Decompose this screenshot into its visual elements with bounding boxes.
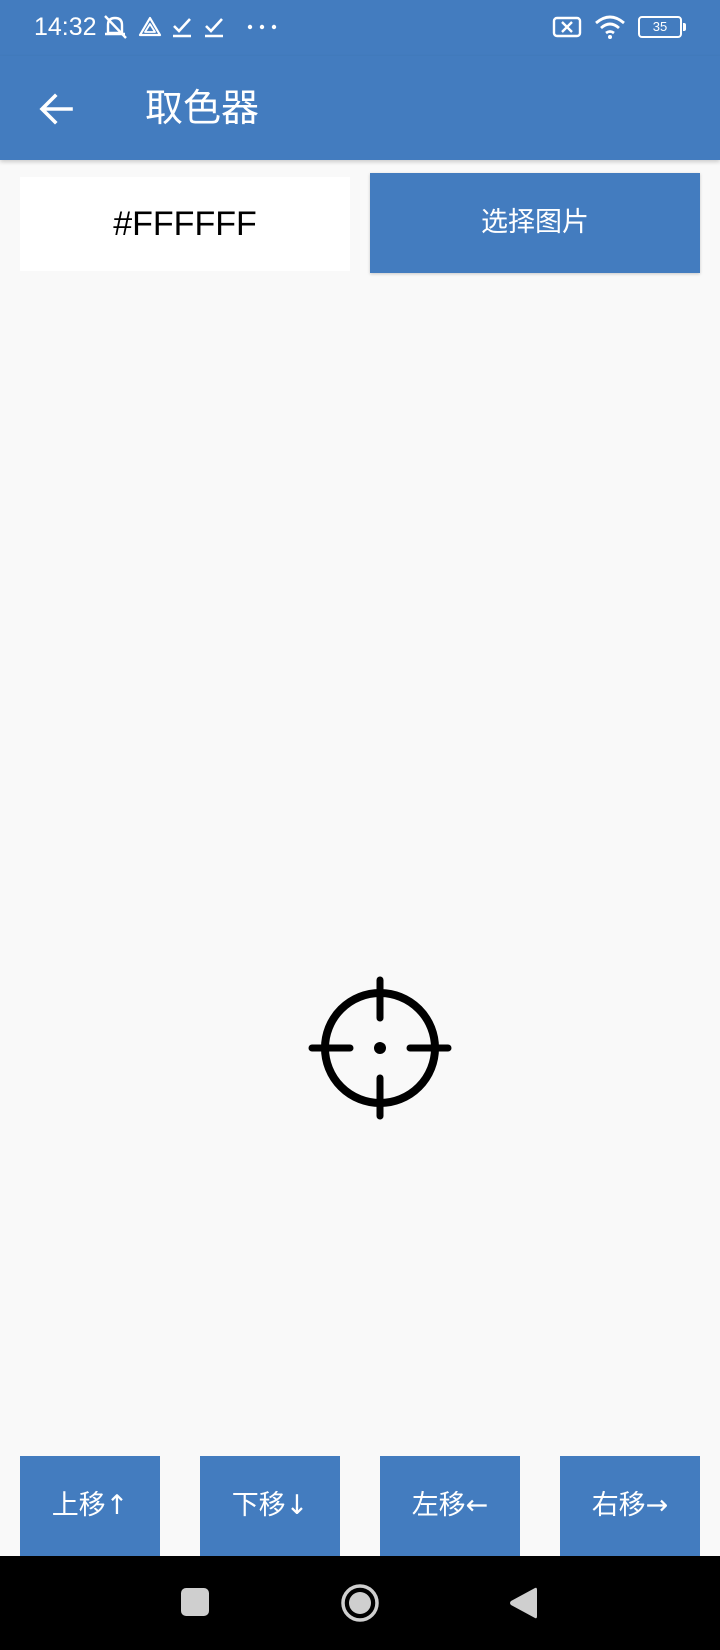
muted-notification-icon [104, 15, 127, 39]
status-right-icons: 35 [552, 12, 686, 42]
crosshair-icon[interactable] [308, 976, 452, 1120]
status-bar: 14:32 35 [0, 0, 720, 56]
move-down-button[interactable]: 下移↓ [200, 1456, 340, 1556]
navigation-bar [0, 1556, 720, 1650]
move-up-button[interactable]: 上移↑ [20, 1456, 160, 1556]
home-icon[interactable] [340, 1583, 380, 1623]
move-left-button[interactable]: 左移← [380, 1456, 520, 1556]
select-image-button[interactable]: 选择图片 [370, 173, 700, 273]
app-bar: 取色器 [0, 56, 720, 160]
color-hex-display: #FFFFFF [20, 177, 350, 271]
back-button[interactable] [30, 83, 82, 135]
status-time: 14:32 [34, 13, 97, 41]
check-icon [173, 18, 191, 38]
battery-icon: 35 [638, 16, 686, 38]
back-triangle-icon[interactable] [508, 1586, 538, 1620]
move-right-button[interactable]: 右移→ [560, 1456, 700, 1556]
check-icon [205, 18, 223, 38]
image-canvas[interactable] [0, 290, 720, 1450]
arrow-left-icon [39, 93, 73, 125]
recent-apps-icon[interactable] [181, 1588, 209, 1616]
status-left-icons [100, 12, 280, 42]
sim-off-icon [552, 16, 582, 38]
more-dots-icon [247, 24, 277, 30]
triangle-app-icon [138, 16, 162, 37]
wifi-icon [595, 15, 625, 39]
page-title: 取色器 [145, 86, 260, 130]
